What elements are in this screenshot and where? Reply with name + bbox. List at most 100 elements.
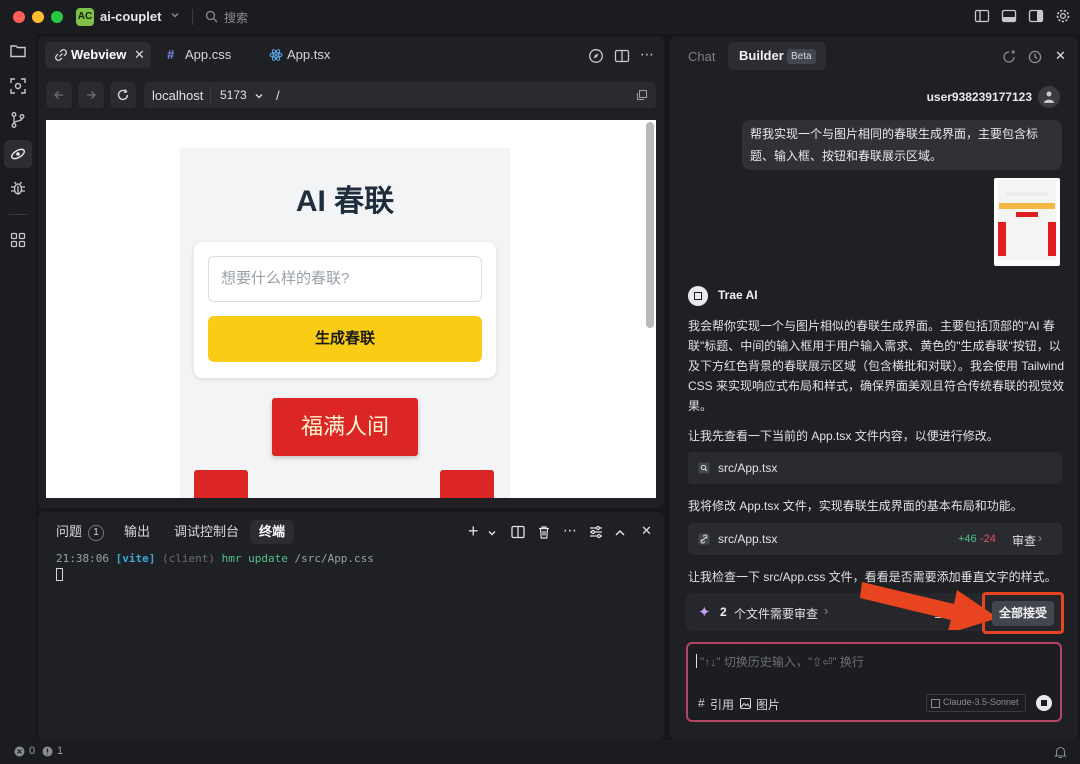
generate-couplet-button[interactable]: 生成春联: [208, 316, 482, 362]
tab-chat[interactable]: Chat: [688, 44, 715, 70]
close-side-panel-icon[interactable]: ✕: [1055, 48, 1066, 64]
reload-button[interactable]: [110, 82, 136, 108]
close-tab-icon[interactable]: ✕: [134, 42, 145, 68]
error-icon: [14, 746, 25, 757]
trash-icon[interactable]: [536, 524, 552, 540]
tab-label: App.css: [185, 47, 232, 62]
tab-builder[interactable]: Builder Beta: [728, 42, 826, 70]
reference-label[interactable]: 引用: [710, 696, 734, 713]
review-link[interactable]: 审查: [1012, 532, 1036, 549]
close-window-button[interactable]: [13, 11, 25, 23]
user-message-bubble: 帮我实现一个与图片相同的春联生成界面，主要包含标题、输入框、按钮和春联展示区域。: [742, 120, 1062, 170]
forward-button[interactable]: [78, 82, 104, 108]
debug-bug-icon[interactable]: [8, 178, 28, 198]
source-control-branch-icon[interactable]: [8, 110, 28, 130]
tab-webview[interactable]: Webview ✕: [45, 42, 151, 68]
notification-bell-icon[interactable]: [1054, 745, 1067, 759]
reference-hash-icon[interactable]: #: [698, 696, 705, 710]
review-list-chevron-right-icon[interactable]: ›: [824, 603, 828, 618]
sparkle-icon: ✦: [698, 604, 711, 621]
webview-scrollbar[interactable]: [646, 122, 654, 328]
maximize-window-button[interactable]: [51, 11, 63, 23]
open-external-icon[interactable]: [636, 89, 648, 101]
log-scope: (client): [161, 552, 215, 565]
chat-input-placeholder: "↑↓" 切换历史输入，"⇧⏎" 换行: [700, 655, 864, 669]
warning-count: 1: [57, 745, 64, 757]
couplet-left-scroll: [194, 470, 248, 498]
lines-added: +46: [958, 533, 977, 545]
extensions-grid-icon[interactable]: [8, 230, 28, 250]
attached-image-thumbnail[interactable]: [994, 178, 1060, 266]
log-file: /src/App.css: [294, 552, 374, 565]
new-chat-icon[interactable]: [1001, 49, 1017, 65]
terminal-settings-sliders-icon[interactable]: [588, 524, 604, 540]
image-icon[interactable]: [740, 698, 751, 709]
bottom-panel: 问题 1 输出 调试控制台 终端 + ⋯ ✕ 21:38:06 [vite] (c…: [38, 512, 664, 740]
compass-icon[interactable]: [588, 48, 604, 64]
tab-terminal[interactable]: 终端: [250, 520, 295, 544]
project-logo: AC: [76, 8, 94, 26]
review-label[interactable]: 个文件需要审查: [734, 605, 818, 622]
back-button[interactable]: [46, 82, 72, 108]
stop-generation-button[interactable]: [1036, 695, 1052, 711]
new-terminal-plus-icon[interactable]: +: [468, 521, 479, 541]
minimize-window-button[interactable]: [32, 11, 44, 23]
project-chevron-down-icon[interactable]: [170, 10, 180, 20]
url-port[interactable]: 5173: [220, 88, 247, 102]
assistant-step-2-text: 我将修改 App.tsx 文件，实现春联生成界面的基本布局和功能。: [688, 499, 1023, 513]
maximize-panel-chevron-up-icon[interactable]: [614, 527, 626, 539]
image-label[interactable]: 图片: [756, 696, 780, 713]
model-selector[interactable]: Claude-3.5-Sonnet: [926, 694, 1026, 712]
terminal-chevron-down-icon[interactable]: [487, 528, 497, 538]
couplet-app-preview: AI 春联 想要什么样的春联? 生成春联 福满人间: [180, 148, 510, 498]
file-read-block[interactable]: src/App.tsx: [688, 452, 1062, 484]
tab-output[interactable]: 输出: [124, 520, 150, 544]
input-card: 想要什么样的春联? 生成春联: [194, 242, 496, 378]
tab-debug-console[interactable]: 调试控制台: [174, 520, 239, 544]
toggle-right-panel-icon[interactable]: [1028, 8, 1044, 24]
model-name: Claude-3.5-Sonnet: [943, 697, 1019, 707]
search-scan-icon[interactable]: [8, 76, 28, 96]
terminal-more-icon[interactable]: ⋯: [563, 522, 577, 539]
history-clock-icon[interactable]: [1027, 49, 1043, 65]
explorer-folder-icon[interactable]: [8, 41, 28, 61]
terminal-cursor[interactable]: [56, 568, 63, 581]
log-tag: [vite]: [115, 552, 156, 565]
couplet-banner: 福满人间: [272, 398, 418, 456]
chat-input-box[interactable]: "↑↓" 切换历史输入，"⇧⏎" 换行 # 引用 图片 Claude-3.5-S…: [686, 642, 1062, 722]
tab-app-tsx[interactable]: App.tsx: [261, 42, 351, 68]
tab-problems[interactable]: 问题 1: [56, 520, 105, 544]
couplet-request-input[interactable]: 想要什么样的春联?: [208, 256, 482, 302]
split-terminal-icon[interactable]: [510, 524, 526, 540]
tab-label: Webview: [71, 47, 127, 62]
file-path: src/App.tsx: [718, 532, 778, 546]
port-chevron-down-icon[interactable]: [254, 91, 264, 101]
tab-app-css[interactable]: # App.css: [159, 42, 249, 68]
username: user938239177123: [926, 90, 1032, 104]
close-panel-icon[interactable]: ✕: [641, 523, 652, 539]
toggle-panel-icon[interactable]: [1001, 8, 1017, 24]
settings-gear-icon[interactable]: [1055, 8, 1071, 24]
review-chevron-right-icon[interactable]: ›: [1038, 531, 1042, 545]
more-options-icon[interactable]: ⋯: [640, 46, 654, 63]
title-bar: AC ai-couplet 搜索: [0, 0, 1080, 34]
webview-preview-icon[interactable]: [4, 140, 32, 168]
accept-all-button[interactable]: 全部接受: [992, 601, 1054, 626]
tab-label: Builder: [739, 48, 784, 63]
assistant-step-1-text: 让我先查看一下当前的 App.tsx 文件内容，以便进行修改。: [688, 429, 999, 443]
status-bar: 0 1: [0, 740, 1080, 764]
split-editor-icon[interactable]: [614, 48, 630, 64]
css-hash-icon: #: [167, 47, 175, 62]
url-path[interactable]: /: [276, 88, 280, 103]
log-time: 21:38:06: [56, 552, 109, 565]
terminal-log-line: 21:38:06 [vite] (client) hmr update /src…: [56, 552, 374, 565]
file-edit-block[interactable]: src/App.tsx +46 -24 审查 ›: [688, 523, 1062, 555]
lines-removed: -24: [980, 533, 996, 545]
project-name[interactable]: ai-couplet: [100, 9, 161, 24]
tab-label: 问题: [56, 524, 83, 539]
address-bar[interactable]: localhost 5173 /: [144, 82, 656, 108]
stop-icon: [1041, 700, 1047, 706]
toggle-sidebar-icon[interactable]: [974, 8, 990, 24]
search-label: 搜索: [224, 11, 249, 25]
log-action: hmr update: [221, 552, 288, 565]
